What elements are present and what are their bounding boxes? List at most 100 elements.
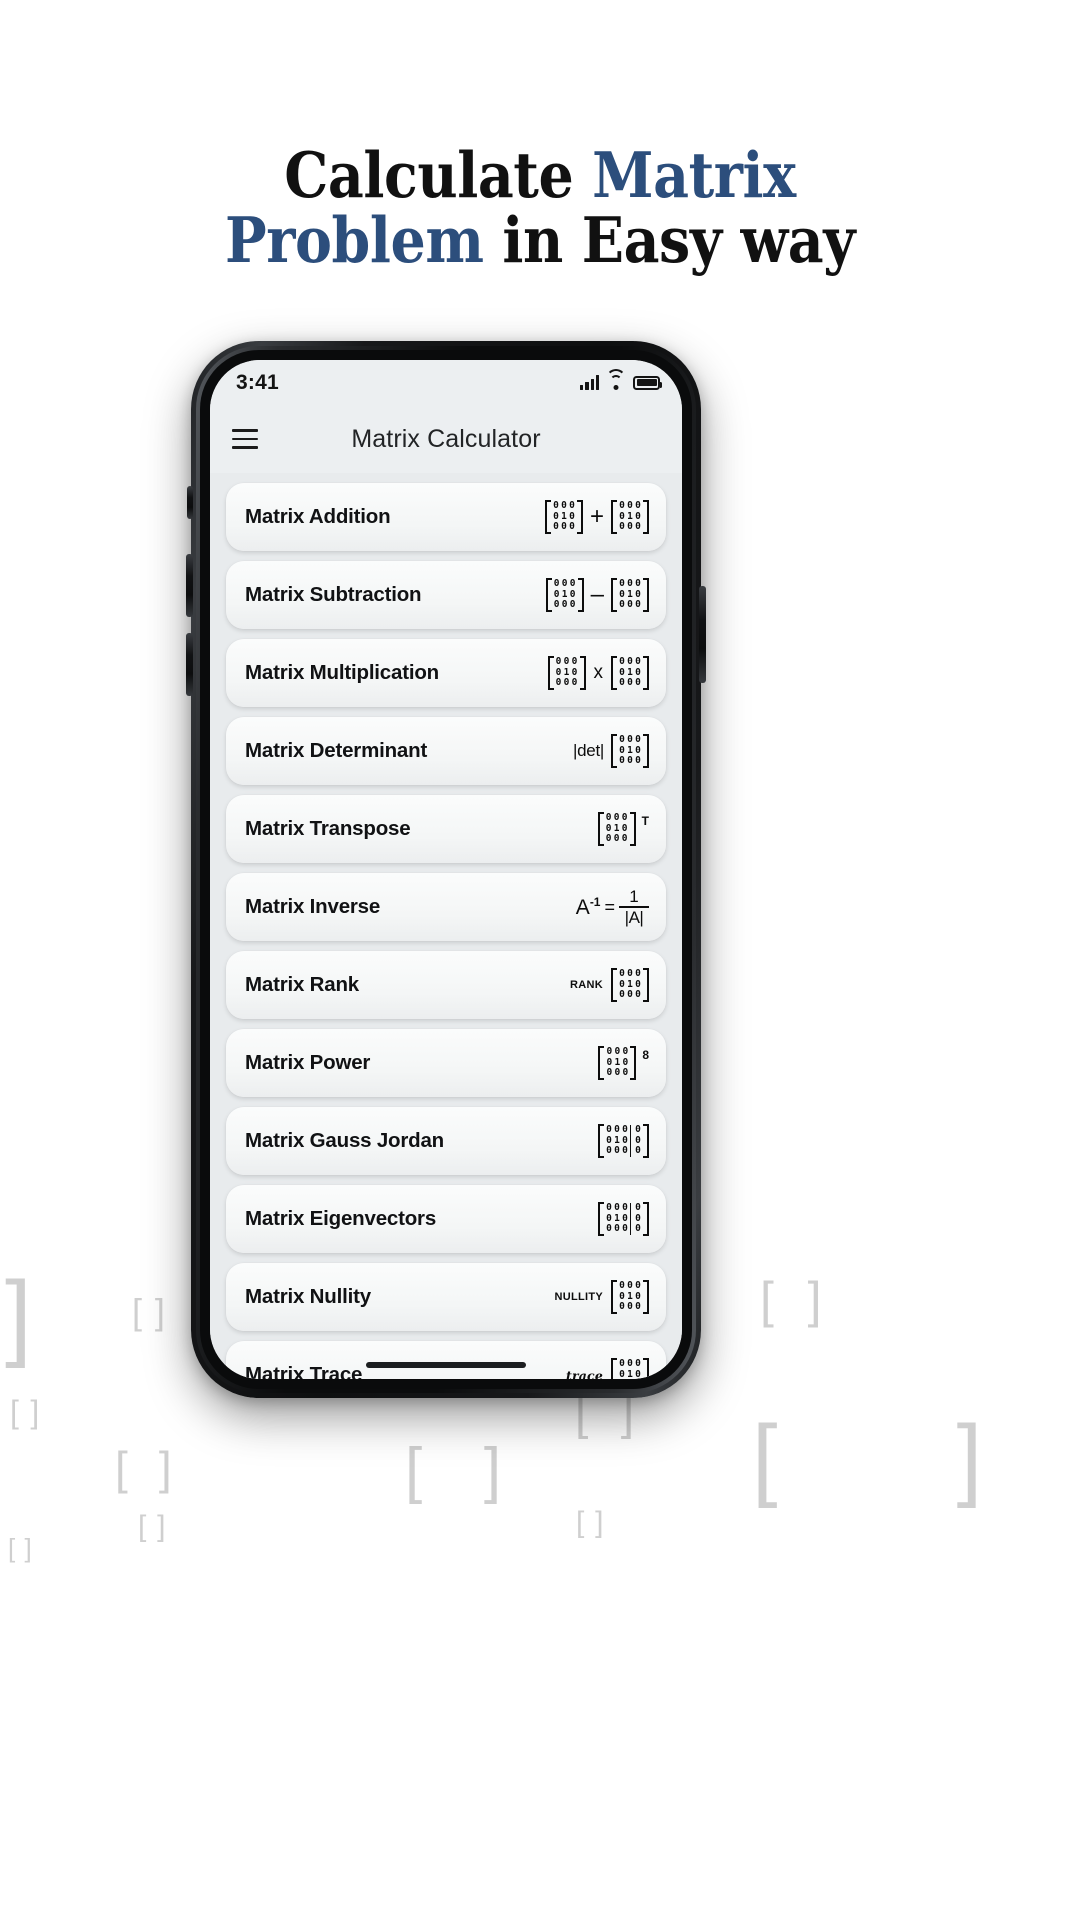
status-bar: 3:41 (210, 360, 682, 405)
matrix-minus-matrix-icon: 0 0 0 0 1 0 0 0 0–0 0 0 0 1 0 0 0 0 (545, 577, 649, 613)
page-title: Calculate Matrix Problem in Easy way (65, 143, 1015, 273)
matrix-transpose-icon: 000010000 T (597, 811, 649, 847)
list-item[interactable]: Matrix Eigenvectors 0 0 0 0 0 1 0 0 0 0 0 0 (226, 1185, 666, 1253)
determinant-label: |det| (573, 741, 604, 760)
decorative-bracket: [ ] (8, 1533, 33, 1563)
matrix-glyph: 000010000 (611, 499, 649, 535)
list-item-label: Matrix Addition (245, 505, 391, 528)
list-item[interactable]: Matrix Trace trace 000010000 (226, 1341, 666, 1379)
decorative-bracket: [ ] (10, 1394, 41, 1430)
decorative-bracket: [ ] (752, 1407, 986, 1509)
inverse-formula: A-1 = 1 |A| (576, 888, 649, 926)
matrix-glyph: 000010000 (611, 655, 649, 691)
fraction-denominator: |A| (624, 908, 644, 927)
operator-symbol: x (593, 662, 604, 683)
matrix-glyph: 000010000 (611, 577, 649, 613)
list-item-label: Matrix Power (245, 1051, 371, 1074)
list-item[interactable]: Matrix Determinant |det| 0 0 0 0 1 0 0 0 0 (226, 717, 666, 785)
decorative-bracket: [ ] (115, 1442, 174, 1494)
decorative-bracket: [ ] (576, 1506, 605, 1539)
matrix-inverse-formula-icon: A-1 = 1 |A| (576, 888, 649, 926)
wifi-icon (606, 369, 626, 390)
matrix-trace-icon: trace 000010000 (565, 1357, 649, 1380)
superscript-label: T (641, 813, 649, 828)
matrix-glyph: 000010000 (544, 499, 583, 535)
icon-prefix-label: trace (565, 1367, 603, 1380)
icon-prefix-label: NULLITY (554, 1291, 603, 1303)
matrix-times-matrix-icon: 000010000 x 000010000 (547, 655, 649, 691)
icon-prefix-label: RANK (570, 979, 603, 991)
formula-equals: = (604, 896, 615, 917)
list-item[interactable]: Matrix Gauss Jordan 0 0 0 0 0 1 0 0 0 0 0 0 (226, 1107, 666, 1175)
list-item-label: Matrix Nullity (245, 1285, 371, 1308)
matrix-plus-matrix-icon: 0 0 0 0 1 0 0 0 0 +0 0 0 0 1 0 0 0 0 (544, 499, 649, 535)
headline-text-ineasyway: in Easy way (483, 202, 856, 277)
battery-full-icon (633, 375, 662, 390)
headline-text-problem: Problem (224, 202, 484, 277)
app-bar: Matrix Calculator (210, 405, 682, 473)
superscript-label: 8 (642, 1047, 649, 1062)
status-bar-icons (580, 369, 662, 390)
matrix-glyph: 000010000 (597, 811, 636, 847)
list-item-label: Matrix Inverse (245, 895, 381, 918)
operations-list[interactable]: Matrix Addition 0 0 0 0 1 0 0 0 0 +0 0 0 0 1 0 0 0 0 Matrix… (210, 473, 682, 1379)
volume-up-button[interactable] (186, 554, 193, 617)
matrix-glyph: 000010000 (611, 1357, 649, 1379)
volume-down-button[interactable] (186, 633, 193, 696)
headline-line-1: Calculate Matrix (65, 143, 1015, 208)
list-item[interactable]: Matrix Transpose 0 0 0 0 1 0 0 0 0 T (226, 795, 666, 863)
headline-text-calculate: Calculate (284, 138, 593, 212)
list-item-label: Matrix Trace (245, 1363, 363, 1379)
matrix-glyph: 000010000 (611, 1279, 649, 1315)
headline-line-2: Problem in Easy way (65, 207, 1015, 273)
formula-exponent: -1 (589, 894, 601, 909)
list-item[interactable]: Matrix Nullity NULLITY 0 0 0 0 1 0 0 0 0 (226, 1263, 666, 1331)
list-item-label: Matrix Eigenvectors (245, 1207, 437, 1230)
matrix-glyph: 000010000 (611, 967, 649, 1003)
power-button[interactable] (699, 586, 706, 683)
matrix-glyph: 000010000 (547, 655, 586, 691)
list-item-label: Matrix Determinant (245, 739, 428, 762)
status-bar-time: 3:41 (236, 370, 279, 394)
matrix-glyph: 000010000 (545, 577, 584, 613)
hamburger-menu-icon[interactable] (232, 429, 258, 449)
matrix-glyph: 000001000000 (598, 1201, 649, 1237)
app-bar-title: Matrix Calculator (351, 424, 541, 453)
matrix-glyph: 000010000 (598, 1045, 637, 1081)
list-item[interactable]: Matrix Subtraction 0 0 0 0 1 0 0 0 0–0 0 0 0 1 0 0 0 0 (226, 561, 666, 629)
phone-mockup: 3:41 Matrix Calculator Matrix Addition 0 0… (186, 341, 706, 1398)
operator-symbol: + (589, 503, 604, 530)
formula-fraction: 1 |A| (619, 888, 649, 926)
home-indicator[interactable] (366, 1362, 526, 1368)
decorative-bracket: [ ] (132, 1291, 167, 1332)
list-item-label: Matrix Multiplication (245, 661, 439, 684)
headline-text-matrix: Matrix (592, 138, 796, 212)
operator-symbol: – (590, 581, 604, 608)
list-item-label: Matrix Transpose (245, 817, 411, 840)
decorative-bracket: ] (5, 1262, 36, 1369)
list-item-label: Matrix Gauss Jordan (245, 1129, 444, 1152)
decorative-bracket: [ ] (760, 1272, 824, 1328)
matrix-glyph: 000001000000 (598, 1123, 649, 1159)
silent-switch-button[interactable] (187, 486, 193, 519)
list-item[interactable]: Matrix Rank RANK 0 0 0 0 1 0 0 0 0 (226, 951, 666, 1019)
list-item[interactable]: Matrix Addition 0 0 0 0 1 0 0 0 0 +0 0 0 0 1 0 0 0 0 (226, 483, 666, 551)
determinant-matrix-icon: |det| 0 0 0 0 1 0 0 0 0 (573, 733, 649, 769)
list-item[interactable]: Matrix Multiplication 0 0 0 0 1 0 0 0 0 x 0 0 0 0 1 0 0 0 0 (226, 639, 666, 707)
fraction-numerator: 1 (629, 887, 639, 906)
decorative-bracket: [ ] (405, 1436, 504, 1505)
matrix-glyph: 000010000 (611, 733, 649, 769)
matrix-rank-icon: RANK 0 0 0 0 1 0 0 0 0 (570, 967, 649, 1003)
cellular-signal-icon (580, 375, 599, 390)
formula-base: A-1 (575, 894, 601, 919)
phone-screen: 3:41 Matrix Calculator Matrix Addition 0 0… (210, 360, 682, 1379)
matrix-nullity-icon: NULLITY 0 0 0 0 1 0 0 0 0 (554, 1279, 649, 1315)
list-item-label: Matrix Subtraction (245, 583, 422, 606)
list-item[interactable]: Matrix Inverse A-1 = 1 |A| (226, 873, 666, 941)
list-item-label: Matrix Rank (245, 973, 360, 996)
decorative-bracket: [ ] (138, 1510, 167, 1543)
matrix-power-icon: 000010000 8 (598, 1045, 649, 1081)
list-item[interactable]: Matrix Power 0 0 0 0 1 0 0 0 0 8 (226, 1029, 666, 1097)
augmented-matrix-icon: 000001000000 (598, 1123, 649, 1159)
augmented-matrix-icon: 000001000000 (598, 1201, 649, 1237)
